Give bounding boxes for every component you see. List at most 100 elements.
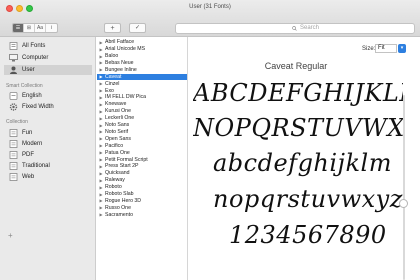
add-font-button[interactable]: +	[104, 23, 121, 33]
disclosure-triangle-icon[interactable]: ▶	[97, 60, 105, 65]
font-list-item-label: Quicksand	[105, 170, 130, 177]
validate-font-button[interactable]: ✓	[129, 23, 146, 33]
font-list-item[interactable]: ▶ Open Sans	[97, 136, 187, 143]
disclosure-triangle-icon[interactable]: ▶	[97, 74, 105, 79]
disclosure-triangle-icon[interactable]: ▶	[97, 81, 105, 86]
font-list-item[interactable]: ▶ Roboto Slab	[97, 191, 187, 198]
smart-collection-header: Smart Collection	[6, 83, 43, 89]
sidebar-item-user[interactable]: User	[4, 65, 92, 75]
font-list-item[interactable]: ▶ Noto Sans	[97, 122, 187, 129]
sidebar-item-traditional[interactable]: Traditional	[4, 161, 92, 171]
font-list-item[interactable]: ▶ Noto Serif	[97, 128, 187, 136]
font-list-item[interactable]: ▶ Knewave	[97, 101, 187, 108]
collection-icon	[8, 162, 18, 170]
disclosure-triangle-icon[interactable]: ▶	[97, 109, 105, 114]
font-list-item[interactable]: ▶ Exo	[97, 87, 187, 94]
font-list-item-label: Pacifico	[105, 142, 124, 149]
disclosure-triangle-icon[interactable]: ▶	[97, 185, 105, 190]
disclosure-triangle-icon[interactable]: ▶	[97, 54, 105, 59]
sample-line-uppercase-2: NOPQRSTUVWXYZ	[193, 114, 403, 142]
sidebar-item-fun[interactable]: Fun	[4, 128, 92, 138]
disclosure-triangle-icon[interactable]: ▶	[97, 205, 105, 210]
font-list-item[interactable]: ▶ Rogue Hero 3D	[97, 198, 187, 205]
sidebar-item-modern[interactable]: Modern	[4, 139, 92, 149]
sample-line-numbers: 1234567890	[229, 221, 387, 249]
font-list: ▶ Abril Fatface ▶ Arial Unicode MS ▶ Baloo ▶ Be…	[97, 37, 188, 280]
font-list-item[interactable]: ▶ Roboto	[97, 184, 187, 191]
font-list-item[interactable]: ▶ Bebas Neue	[97, 60, 187, 67]
sidebar-item-label: Computer	[22, 55, 49, 61]
sidebar-item-fixed-width[interactable]: Fixed Width	[4, 102, 92, 112]
font-list-item[interactable]: ▶ Baloo	[97, 53, 187, 60]
size-field[interactable]: Fit	[375, 44, 397, 53]
font-list-item-label: Abril Fatface	[105, 39, 135, 46]
sidebar-item-computer[interactable]: Computer	[4, 53, 92, 63]
font-preview-pane: Size: Fit ▾ Caveat Regular ABCDEFGHIJKLM…	[189, 37, 420, 280]
font-list-item-label: Raleway	[105, 177, 125, 184]
grid-view-icon[interactable]: ⊞	[24, 24, 35, 32]
font-list-item[interactable]: ▶ Press Start 2P	[97, 163, 187, 170]
font-list-item[interactable]: ▶ Patua One	[97, 149, 187, 156]
font-list-item[interactable]: ▶ Arial Unicode MS	[97, 46, 187, 53]
font-list-item[interactable]: ▶ IM FELL DW Pica	[97, 94, 187, 101]
size-slider-knob[interactable]	[399, 199, 408, 208]
disclosure-triangle-icon[interactable]: ▶	[97, 129, 105, 134]
disclosure-triangle-icon[interactable]: ▶	[97, 171, 105, 176]
font-list-item[interactable]: ▶ Kurusi One	[97, 108, 187, 115]
collection-icon	[8, 173, 18, 181]
disclosure-triangle-icon[interactable]: ▶	[97, 47, 105, 52]
sidebar-item-label: Fun	[22, 130, 33, 136]
font-list-item-label: Leckerli One	[105, 115, 135, 122]
sidebar-item-label: English	[22, 93, 42, 99]
font-list-item[interactable]: ▶ Abril Fatface	[97, 39, 187, 46]
disclosure-triangle-icon[interactable]: ▶	[97, 67, 105, 72]
info-icon[interactable]: i	[46, 24, 57, 32]
add-collection-button[interactable]: +	[8, 231, 13, 240]
size-slider-track[interactable]	[403, 95, 405, 280]
sidebar-item-label: User	[22, 67, 35, 73]
disclosure-triangle-icon[interactable]: ▶	[97, 95, 105, 100]
size-dropdown-button[interactable]: ▾	[398, 44, 406, 53]
font-list-item[interactable]: ▶ Leckerli One	[97, 115, 187, 122]
sample-line-uppercase-1: ABCDEFGHIJKLM	[193, 79, 403, 107]
sidebar-item-english[interactable]: English	[4, 91, 92, 101]
disclosure-triangle-icon[interactable]: ▶	[97, 164, 105, 169]
font-list-item[interactable]: ▶ Cinzel	[97, 80, 187, 87]
font-face-name: Caveat Regular	[264, 61, 328, 71]
sidebar-item-web[interactable]: Web	[4, 172, 92, 182]
disclosure-triangle-icon[interactable]: ▶	[97, 198, 105, 203]
disclosure-triangle-icon[interactable]: ▶	[97, 178, 105, 183]
search-input[interactable]: Search	[175, 23, 415, 34]
font-list-item[interactable]: ▶ Pacifico	[97, 142, 187, 150]
disclosure-triangle-icon[interactable]: ▶	[97, 136, 105, 141]
sidebar-item-pdf[interactable]: PDF	[4, 150, 92, 160]
font-list-item[interactable]: ▶ Raleway	[97, 177, 187, 184]
font-list-item-label: Noto Serif	[105, 128, 129, 135]
font-book-window: User (31 Fonts) ☰ ⊞ Aa i + ✓ Search All …	[0, 0, 420, 280]
disclosure-triangle-icon[interactable]: ▶	[97, 157, 105, 162]
font-list-item[interactable]: ▶ Sacramento	[97, 211, 187, 219]
sidebar-item-all-fonts[interactable]: All Fonts	[4, 41, 92, 51]
font-list-item[interactable]: ▶ Caveat	[97, 73, 187, 80]
font-list-item-label: Roboto Slab	[105, 191, 134, 198]
sidebar-item-label: PDF	[22, 152, 34, 158]
font-list-item[interactable]: ▶ Quicksand	[97, 170, 187, 177]
font-list-item[interactable]: ▶ Petit Formal Script	[97, 156, 187, 163]
disclosure-triangle-icon[interactable]: ▶	[97, 40, 105, 45]
sample-view-icon[interactable]: Aa	[35, 24, 46, 32]
disclosure-triangle-icon[interactable]: ▶	[97, 192, 105, 197]
search-placeholder: Search	[300, 25, 320, 31]
disclosure-triangle-icon[interactable]: ▶	[97, 116, 105, 121]
font-list-item[interactable]: ▶ Russo One	[97, 204, 187, 212]
disclosure-triangle-icon[interactable]: ▶	[97, 143, 105, 148]
disclosure-triangle-icon[interactable]: ▶	[97, 88, 105, 93]
disclosure-triangle-icon[interactable]: ▶	[97, 212, 105, 217]
font-list-item-label: Baloo	[105, 53, 119, 60]
disclosure-triangle-icon[interactable]: ▶	[97, 150, 105, 155]
font-list-item-label: Russo One	[105, 204, 131, 211]
disclosure-triangle-icon[interactable]: ▶	[97, 102, 105, 107]
disclosure-triangle-icon[interactable]: ▶	[97, 123, 105, 128]
font-list-item[interactable]: ▶ Bungee Inline	[97, 67, 187, 74]
list-view-icon[interactable]: ☰	[13, 24, 24, 32]
font-list-item-label: Sacramento	[105, 211, 133, 218]
